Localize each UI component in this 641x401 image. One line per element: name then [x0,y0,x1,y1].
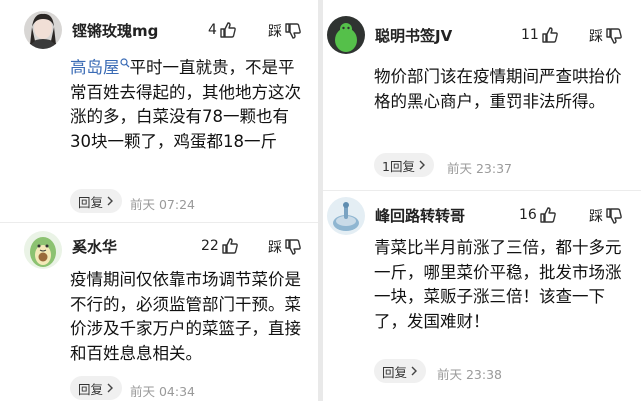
like-button[interactable]: 4 [208,21,237,39]
right-comment-panel: 聪明书签JV 11 踩 物价部门该在疫情期间严查哄抬价格的黑心商户，重罚非法所得… [323,0,641,401]
reply-button[interactable]: 回复 [374,359,427,383]
comment-text: 高岛屋 平时一直就贵，不是平常百姓去得起的，其他地方这次涨的多，白菜没有78一颗也… [70,56,304,154]
timestamp: 前天 04:34 [130,384,195,399]
reply-label: 回复 [78,194,104,210]
thumbs-down-icon [605,207,623,225]
avatar[interactable] [24,231,62,269]
username[interactable]: 铿锵玫瑰mg [72,20,158,41]
dislike-label: 踩 [589,209,603,225]
comment-card: 铿锵玫瑰mg 4 踩 高岛屋 平时一直就贵，不是平常百姓去得起的，其他地方这次涨的… [0,0,318,222]
like-count: 16 [519,207,537,223]
comment-text: 青菜比半月前涨了三倍，都十多元一斤，哪里菜价平稳，批发市场涨一块，菜贩子涨三倍！… [374,238,622,331]
like-count: 22 [201,238,219,254]
thumbs-down-icon [284,238,302,256]
dislike-label: 踩 [268,240,282,256]
comment-text: 物价部门该在疫情期间严查哄抬价格的黑心商户，重罚非法所得。 [374,67,622,111]
thumbs-down-icon [605,27,623,45]
like-count: 11 [521,27,539,43]
reply-label: 回复 [382,364,408,380]
thumbs-up-icon [219,21,237,39]
comment-card: 奚水华 22 踩 疫情期间仅依靠市场调节菜价是不行的，必须监管部门干预。菜价涉及… [0,223,318,401]
timestamp: 前天 23:38 [437,367,502,382]
thumbs-up-icon [541,26,559,44]
chevron-right-icon [418,160,426,170]
reply-button[interactable]: 1回复 [374,153,434,177]
username[interactable]: 聪明书签JV [375,25,452,46]
like-button[interactable]: 22 [201,237,239,255]
reply-label: 回复 [78,381,104,397]
chevron-right-icon [106,383,114,393]
chevron-right-icon [106,196,114,206]
avatar[interactable] [24,11,62,49]
like-button[interactable]: 16 [519,206,557,224]
comment-text: 疫情期间仅依靠市场调节菜价是不行的，必须监管部门干预。菜价涉及千家万户的菜篮子，… [70,270,301,363]
timestamp: 前天 23:37 [447,161,512,176]
search-icon[interactable] [119,58,130,68]
comment-card: 峰回路转转哥 16 踩 青菜比半月前涨了三倍，都十多元一斤，哪里菜价平稳，批发市… [323,191,641,401]
avatar[interactable] [327,197,365,235]
dislike-button[interactable]: 踩 [268,21,302,41]
timestamp: 前天 07:24 [130,197,195,212]
thumbs-down-icon [284,22,302,40]
avatar[interactable] [327,16,365,54]
dislike-button[interactable]: 踩 [589,206,623,226]
thumbs-up-icon [221,237,239,255]
mention-link[interactable]: 高岛屋 [70,58,120,77]
dislike-label: 踩 [268,24,282,40]
username[interactable]: 峰回路转转哥 [375,205,465,226]
left-comment-panel: 铿锵玫瑰mg 4 踩 高岛屋 平时一直就贵，不是平常百姓去得起的，其他地方这次涨的… [0,0,318,401]
dislike-button[interactable]: 踩 [268,237,302,257]
reply-button[interactable]: 回复 [70,376,123,400]
like-button[interactable]: 11 [521,26,559,44]
like-count: 4 [208,22,217,38]
dislike-button[interactable]: 踩 [589,26,623,46]
reply-button[interactable]: 回复 [70,189,123,213]
username[interactable]: 奚水华 [72,236,117,257]
dislike-label: 踩 [589,29,603,45]
comment-card: 聪明书签JV 11 踩 物价部门该在疫情期间严查哄抬价格的黑心商户，重罚非法所得… [323,0,641,190]
reply-label: 1回复 [382,158,415,174]
chevron-right-icon [410,366,418,376]
thumbs-up-icon [539,206,557,224]
